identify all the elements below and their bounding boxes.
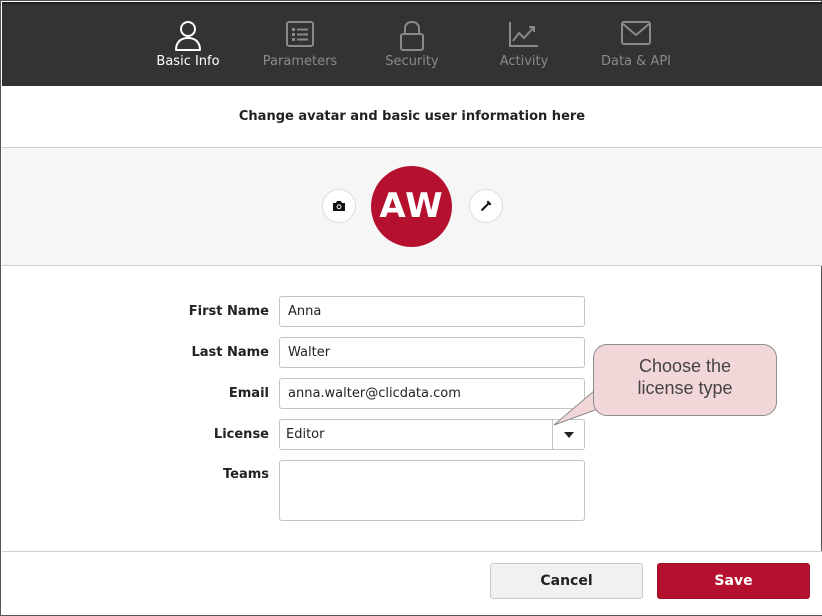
teams-label: Teams (222, 467, 269, 482)
tab-label: Basic Info (156, 54, 220, 69)
teams-input[interactable] (279, 460, 585, 521)
tab-basic-info[interactable]: Basic Info (138, 4, 238, 88)
dialog-footer: Cancel Save (2, 551, 822, 615)
tab-parameters[interactable]: Parameters (250, 4, 350, 88)
callout-line-1: Choose the (638, 356, 732, 376)
chart-line-icon (509, 22, 538, 47)
tab-label: Parameters (262, 54, 338, 69)
email-input[interactable] (279, 378, 585, 409)
avatar: AW (371, 166, 452, 247)
subtitle-bar: Change avatar and basic user information… (2, 86, 822, 148)
caret-down-icon (563, 431, 574, 438)
tab-label: Security (385, 54, 439, 69)
license-label: License (213, 427, 269, 442)
pick-color-button[interactable] (469, 189, 503, 223)
page-subtitle: Change avatar and basic user information… (238, 109, 586, 124)
first-name-label: First Name (188, 304, 269, 319)
license-callout: Choose the license type (593, 344, 777, 416)
last-name-input[interactable] (279, 337, 585, 368)
save-button[interactable]: Save (657, 563, 810, 599)
first-name-input[interactable] (279, 296, 585, 327)
avatar-section: AW (2, 148, 822, 266)
tab-data-api[interactable]: Data & API (586, 4, 686, 88)
license-dropdown-toggle[interactable] (552, 420, 584, 449)
email-label: Email (228, 386, 269, 401)
list-icon (286, 21, 314, 47)
callout-line-2: license type (637, 378, 733, 398)
license-selected-value: Editor (286, 427, 325, 442)
cancel-button[interactable]: Cancel (490, 563, 643, 599)
tab-activity[interactable]: Activity (474, 4, 574, 88)
user-icon (175, 21, 201, 51)
tab-label: Data & API (600, 54, 671, 69)
last-name-label: Last Name (191, 345, 269, 360)
envelope-icon (621, 21, 651, 45)
eyedropper-icon (481, 200, 492, 211)
tab-label: Activity (499, 54, 549, 69)
lock-icon (400, 20, 424, 51)
tab-security[interactable]: Security (362, 4, 462, 88)
license-select[interactable]: Editor (279, 419, 585, 450)
top-tab-bar: Basic Info Parameters Security Activity … (2, 2, 822, 86)
user-settings-dialog: Basic Info Parameters Security Activity … (0, 0, 822, 616)
upload-photo-button[interactable] (322, 189, 356, 223)
camera-icon (333, 201, 345, 211)
